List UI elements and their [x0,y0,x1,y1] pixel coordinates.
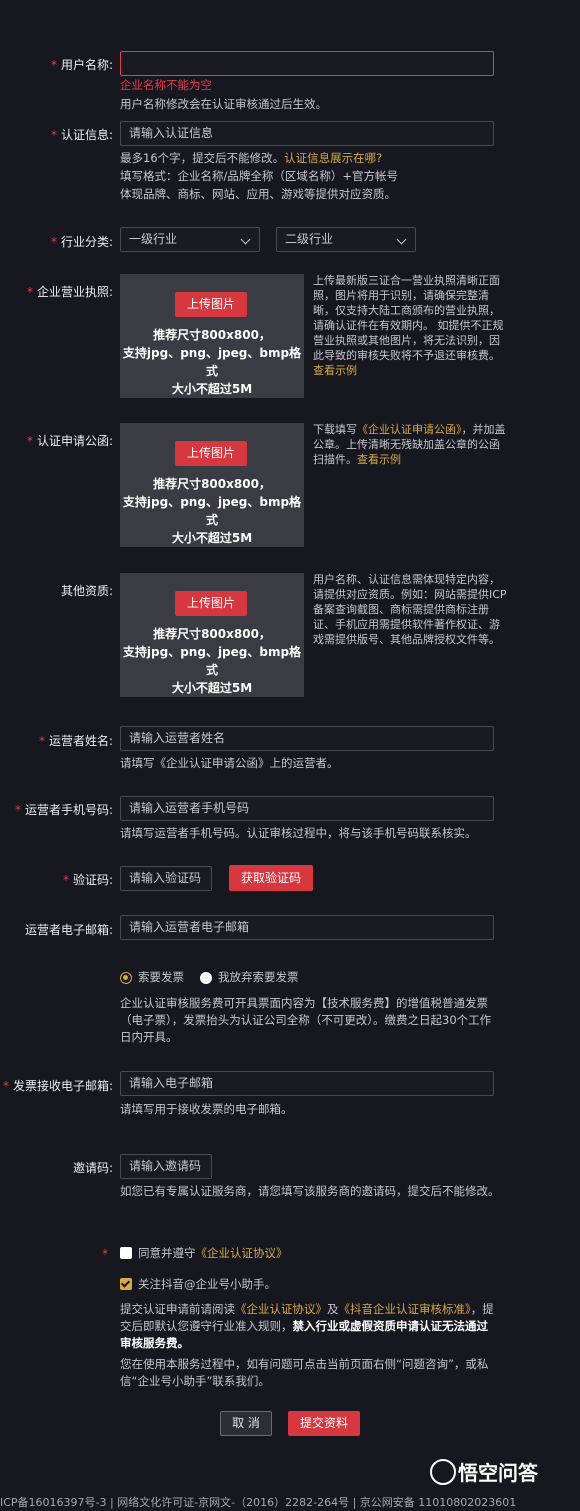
letter-label: * 认证申请公函: [26,434,113,448]
invoice-waive-label: 我放弃索要发票 [218,970,299,984]
cert-info-help-link[interactable]: 认证信息展示在哪? [284,151,382,165]
invite-hint: 如您已有专属认证服务商，请您填写该服务商的邀请码，提交后不能修改。 [120,1184,500,1198]
required-star: * [50,128,57,142]
operator-name-input[interactable]: 请输入运营者姓名 [120,726,494,751]
operator-email-input[interactable]: 请输入运营者电子邮箱 [120,915,494,940]
required-star: * [2,1079,9,1093]
cert-info-qualification: 体现品牌、商标、网站、应用、游戏等提供对应资质。 [120,187,396,201]
cancel-button[interactable]: 取 消 [220,1411,272,1436]
industry-level2-select[interactable]: 二级行业 [276,227,416,252]
check-icon [120,1278,131,1288]
chevron-down-icon [240,234,251,245]
contact-note: 您在使用本服务过程中，如有问题可点击当前页面右侧“问题咨询”，或私信“企业号小助… [120,1357,489,1388]
required-star: * [50,58,57,72]
cert-info-format: 填写格式：企业名称/品牌全称（区域名称）+官方帐号 [120,169,399,183]
required-star: * [102,1247,108,1261]
chevron-down-icon [396,234,407,245]
agreement-note: 提交认证申请前请阅读《企业认证协议》及《抖音企业认证审核标准》，提交后即默认您遵… [120,1302,494,1350]
radio-dot [123,975,128,980]
get-code-button[interactable]: 获取验证码 [229,865,313,891]
license-example-link[interactable]: 查看示例 [313,364,357,377]
invoice-request-label: 索要发票 [138,970,184,984]
required-star: * [14,803,21,817]
code-input[interactable]: 请输入验证码 [120,866,212,891]
username-label: * 用户名称: [50,58,113,72]
license-label: * 企业营业执照: [26,285,113,299]
username-input[interactable] [120,51,494,76]
upload-requirements: 推荐尺寸800x800， 支持jpg、png、jpeg、bmp格式 大小不超过5… [122,477,302,545]
agreement-link[interactable]: 《企业认证协议》 [196,1246,288,1260]
required-star: * [26,285,33,299]
follow-checkbox[interactable] [120,1278,132,1290]
required-star: * [50,235,57,249]
industry-label: * 行业分类: [50,235,113,249]
license-description: 上传最新版三证合一营业执照清晰正面照，图片将用于识别，请确保完整清晰，仅支持大陆… [313,274,504,377]
industry-level1-select[interactable]: 一级行业 [120,227,260,252]
agreement-note-link2[interactable]: 《抖音企业认证审核标准》 [339,1302,471,1316]
invoice-waive-radio[interactable] [200,972,212,984]
other-label: 其他资质: [60,584,113,598]
agreement-note-link1[interactable]: 《企业认证协议》 [235,1302,327,1316]
operator-phone-input[interactable]: 请输入运营者手机号码 [120,796,494,821]
upload-image-button[interactable]: 上传图片 [175,441,247,466]
other-upload-box[interactable]: 上传图片 推荐尺寸800x800， 支持jpg、png、jpeg、bmp格式 大… [120,573,304,697]
agreement-label: 同意并遵守《企业认证协议》 [138,1246,288,1260]
username-hint: 用户名称修改会在认证审核通过后生效。 [120,97,327,111]
code-label: * 验证码: [62,873,113,887]
invoice-description: 企业认证审核服务费可开具票面内容为【技术服务费】的增值税普通发票（电子票），发票… [120,996,492,1044]
invoice-email-input[interactable]: 请输入电子邮箱 [120,1071,494,1096]
required-star: * [38,734,45,748]
agreement-checkbox[interactable] [120,1247,132,1259]
upload-image-button[interactable]: 上传图片 [175,591,247,616]
invoice-email-label: * 发票接收电子邮箱: [2,1079,113,1093]
footer-icp: ICP备16016397号-3 | 网络文化许可证-京网文-（2016）2282… [0,1496,517,1509]
cert-info-hint: 最多16个字，提交后不能修改。认证信息展示在哪? [120,151,383,165]
wukong-logo-icon [430,1459,456,1485]
submit-button[interactable]: 提交资料 [288,1411,360,1436]
operator-name-label: * 运营者姓名: [38,734,113,748]
required-star: * [26,434,33,448]
operator-phone-hint: 请填写运营者手机号码。认证审核过程中，将与该手机号码联系核实。 [120,826,477,840]
operator-name-hint: 请填写《企业认证申请公函》上的运营者。 [120,756,339,770]
follow-label: 关注抖音@企业号小助手。 [138,1277,276,1291]
cert-info-input[interactable]: 请输入认证信息 [120,121,494,146]
other-description: 用户名称、认证信息需体现特定内容，请提供对应资质。例如：网站需提供ICP备案查询… [313,573,507,646]
letter-upload-box[interactable]: 上传图片 推荐尺寸800x800， 支持jpg、png、jpeg、bmp格式 大… [120,423,304,547]
required-star: * [62,873,69,887]
letter-description: 下载填写《企业认证申请公函》，并加盖公章。上传清晰无残缺加盖公章的公函扫描件。查… [313,423,506,466]
upload-requirements: 推荐尺寸800x800， 支持jpg、png、jpeg、bmp格式 大小不超过5… [122,627,302,695]
invoice-email-hint: 请填写用于接收发票的电子邮箱。 [120,1102,293,1116]
upload-image-button[interactable]: 上传图片 [175,292,247,317]
license-upload-box[interactable]: 上传图片 推荐尺寸800x800， 支持jpg、png、jpeg、bmp格式 大… [120,274,304,398]
invoice-request-radio[interactable] [120,972,132,984]
cert-info-label: * 认证信息: [50,128,113,142]
invite-input[interactable]: 请输入邀请码 [120,1154,212,1179]
operator-phone-label: * 运营者手机号码: [14,803,113,817]
operator-email-label: 运营者电子邮箱: [24,923,113,937]
upload-requirements: 推荐尺寸800x800， 支持jpg、png、jpeg、bmp格式 大小不超过5… [122,328,302,396]
username-error: 企业名称不能为空 [120,78,212,92]
watermark-text: 悟空问答 [458,1461,538,1485]
invite-label: 邀请码: [72,1161,113,1175]
letter-download-link[interactable]: 《企业认证申请公函》 [357,423,462,436]
letter-example-link[interactable]: 查看示例 [357,453,401,466]
